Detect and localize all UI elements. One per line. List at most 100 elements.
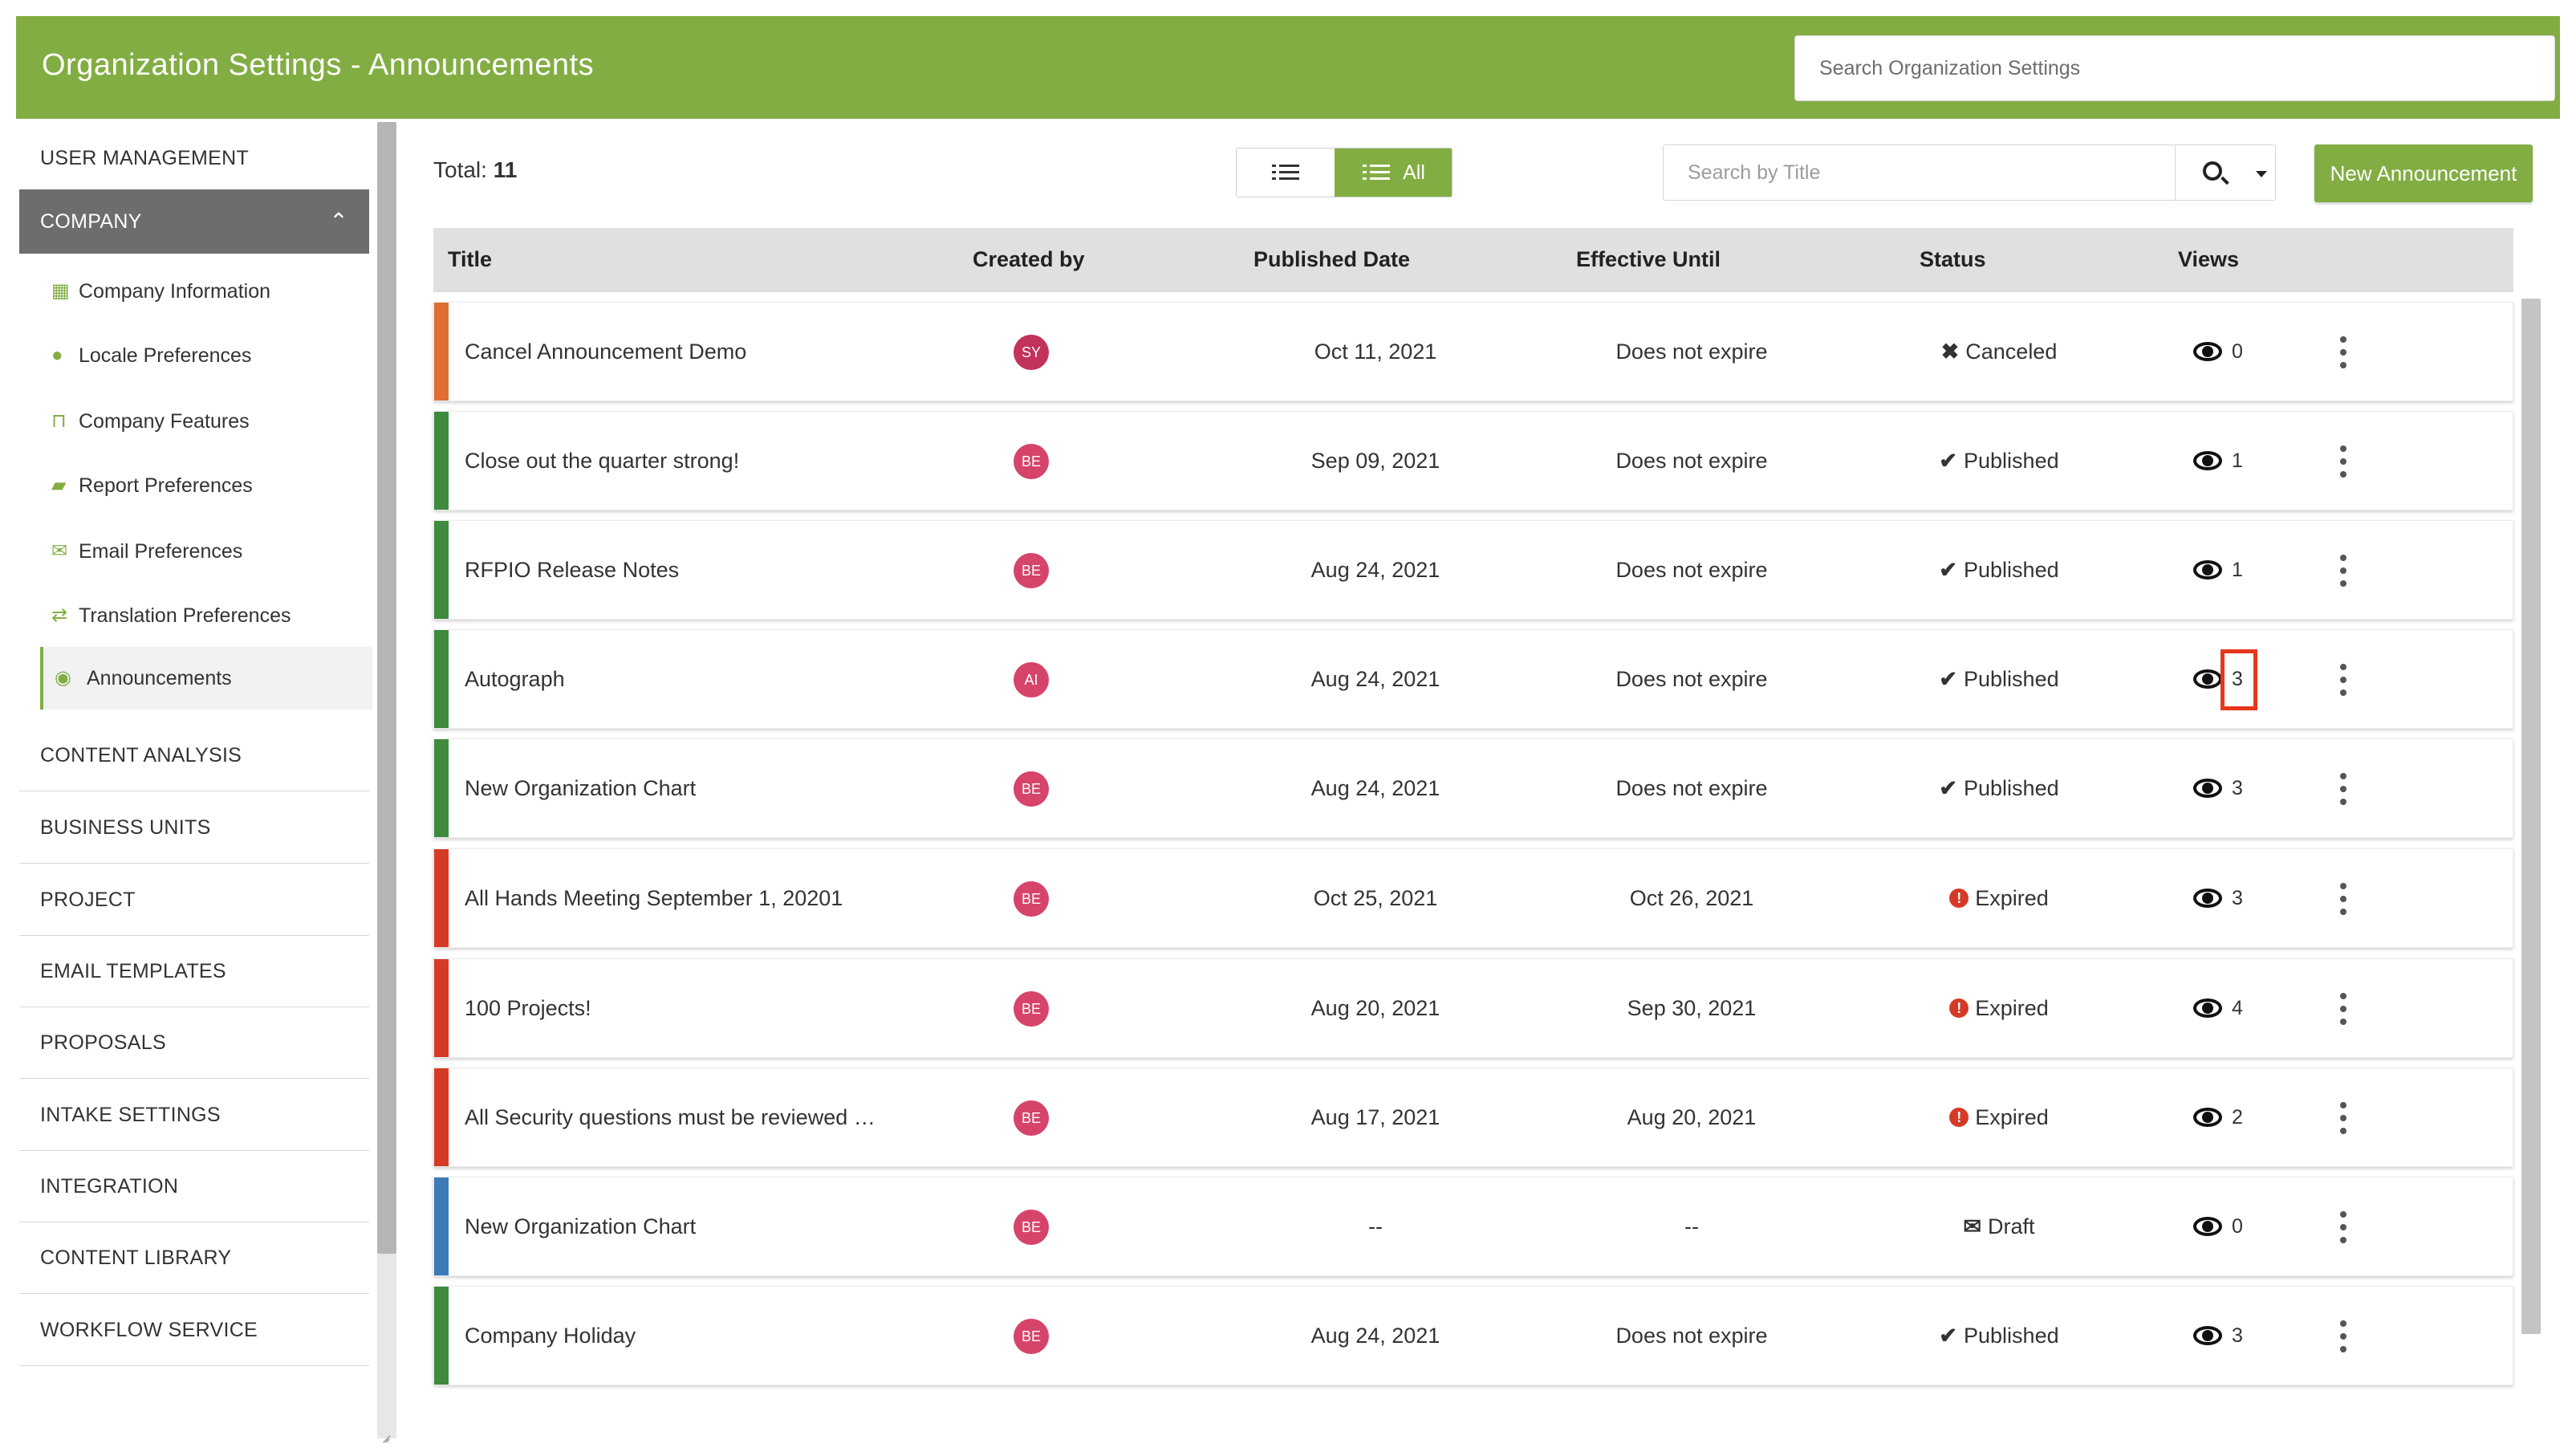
- table-row[interactable]: Company Holiday BE Aug 24, 2021 Does not ex…: [433, 1286, 2513, 1385]
- sidebar-item-locale-preferences[interactable]: ● Locale Preferences: [40, 324, 372, 387]
- sidebar-section-content-analysis[interactable]: CONTENT ANALYSIS: [19, 719, 369, 791]
- sidebar-scrollbar[interactable]: [377, 122, 396, 1254]
- table-row[interactable]: Autograph AI Aug 24, 2021 Does not expire ✔ P…: [433, 629, 2513, 729]
- sidebar-section-user-management[interactable]: USER MANAGEMENT: [19, 122, 369, 194]
- all-view-button[interactable]: All: [1335, 148, 1452, 197]
- views-count[interactable]: 4: [2232, 959, 2264, 1057]
- sidebar-section-integration[interactable]: INTEGRATION: [19, 1150, 369, 1222]
- org-settings-search[interactable]: [1794, 35, 2555, 101]
- announcement-title[interactable]: 100 Projects!: [465, 959, 591, 1057]
- table-row[interactable]: 100 Projects! BE Aug 20, 2021 Sep 30, 2021!…: [433, 958, 2513, 1058]
- sidebar-section-label: USER MANAGEMENT: [40, 147, 250, 169]
- search-button[interactable]: [2175, 144, 2276, 201]
- sidebar-section-workflow-service[interactable]: WORKFLOW SERVICE: [19, 1294, 369, 1366]
- status-label: Expired: [1975, 1105, 2049, 1129]
- sidebar-item-company-information[interactable]: ▦ Company Information: [40, 260, 372, 323]
- title-search-input[interactable]: [1664, 145, 2176, 200]
- globe-icon: ●: [51, 344, 63, 366]
- views-count[interactable]: 0: [2232, 303, 2264, 401]
- views-count[interactable]: 3: [2232, 1287, 2264, 1385]
- org-settings-search-input[interactable]: [1795, 36, 2554, 100]
- table-row[interactable]: New Organization Chart BE Aug 24, 2021 Does…: [433, 738, 2513, 838]
- more-actions-icon[interactable]: [2338, 555, 2349, 587]
- status-label: Published: [1964, 1324, 2059, 1348]
- check-icon: ✔: [1939, 558, 1958, 582]
- announcement-title[interactable]: New Organization Chart: [465, 1177, 696, 1275]
- announcement-title[interactable]: Autograph: [465, 630, 565, 728]
- announcement-title[interactable]: All Security questions must be reviewed …: [465, 1068, 876, 1166]
- more-actions-icon[interactable]: [2338, 1102, 2349, 1134]
- sidebar-section-project[interactable]: PROJECT: [19, 864, 369, 936]
- announcement-title[interactable]: New Organization Chart: [465, 739, 696, 837]
- avatar: BE: [1014, 991, 1049, 1027]
- column-header-effective-until[interactable]: Effective Until: [1576, 247, 1721, 272]
- views-count[interactable]: 3: [2232, 849, 2264, 947]
- more-actions-icon[interactable]: [2338, 883, 2349, 915]
- sidebar-section-email-templates[interactable]: EMAIL TEMPLATES: [19, 935, 369, 1007]
- sidebar-item-email-preferences[interactable]: ✉ Email Preferences: [40, 520, 372, 583]
- announcement-title[interactable]: Company Holiday: [465, 1287, 636, 1385]
- sidebar-item-report-preferences[interactable]: ▰ Report Preferences: [40, 454, 372, 517]
- sidebar-item-company-features[interactable]: ⊓ Company Features: [40, 390, 372, 453]
- sidebar-item-label: Report Preferences: [79, 474, 253, 497]
- sidebar-section-content-library[interactable]: CONTENT LIBRARY: [19, 1222, 369, 1294]
- sidebar-section-business-units[interactable]: BUSINESS UNITS: [19, 791, 369, 864]
- sidebar-section-label: INTAKE SETTINGS: [40, 1104, 221, 1126]
- sidebar-item-translation-preferences[interactable]: ⇄ Translation Preferences: [40, 584, 372, 647]
- more-actions-icon[interactable]: [2338, 336, 2349, 368]
- table-row[interactable]: New Organization Chart BE -- -- ✉ Draft 0: [433, 1177, 2513, 1276]
- effective-until: Does not expire: [1615, 449, 1768, 473]
- views-count[interactable]: 1: [2232, 412, 2264, 510]
- status-badge: ✔ Published: [1903, 521, 2095, 619]
- more-actions-icon[interactable]: [2338, 993, 2349, 1025]
- resize-grip-icon[interactable]: [380, 1429, 396, 1445]
- table-scrollbar[interactable]: [2521, 299, 2541, 1334]
- table-row[interactable]: All Security questions must be reviewed …: [433, 1068, 2513, 1167]
- announcement-title[interactable]: All Hands Meeting September 1, 20201: [465, 849, 843, 947]
- announcement-title[interactable]: Close out the quarter strong!: [465, 412, 739, 510]
- status-badge: ✔ Published: [1903, 1287, 2095, 1385]
- sidebar-section-label: PROJECT: [40, 889, 136, 911]
- more-actions-icon[interactable]: [2338, 445, 2349, 478]
- table-row[interactable]: Close out the quarter strong! BE Sep 09, 2…: [433, 411, 2513, 510]
- sidebar-section-company[interactable]: COMPANY ⌃: [19, 189, 369, 254]
- sidebar-section-intake-settings[interactable]: INTAKE SETTINGS: [19, 1079, 369, 1151]
- status-accent-bar: [434, 739, 449, 837]
- status-badge: ✔ Published: [1903, 739, 2095, 837]
- views-count[interactable]: 1: [2232, 521, 2264, 619]
- table-row[interactable]: Cancel Announcement Demo SY Oct 11, 2021 Do…: [433, 302, 2513, 401]
- caret-down-icon[interactable]: [2256, 171, 2267, 177]
- published-date: --: [1368, 1214, 1383, 1238]
- more-actions-icon[interactable]: [2338, 1211, 2349, 1243]
- chevron-up-icon[interactable]: ⌃: [329, 189, 348, 254]
- table-header: Title Created by Published Date Effectiv…: [433, 228, 2513, 292]
- effective-until: Oct 26, 2021: [1629, 886, 1754, 910]
- column-header-views[interactable]: Views: [2178, 247, 2239, 272]
- published-date: Aug 24, 2021: [1310, 558, 1440, 582]
- table-row[interactable]: All Hands Meeting September 1, 20201 BE Oc…: [433, 848, 2513, 948]
- bookmark-icon: ⊓: [51, 410, 67, 432]
- column-header-published-date[interactable]: Published Date: [1253, 247, 1410, 272]
- sidebar-section-proposals[interactable]: PROPOSALS: [19, 1007, 369, 1079]
- sidebar-item-announcements[interactable]: ◉ Announcements: [40, 647, 372, 710]
- announcement-title[interactable]: RFPIO Release Notes: [465, 521, 679, 619]
- views-count[interactable]: 0: [2232, 1177, 2264, 1275]
- table-row[interactable]: RFPIO Release Notes BE Aug 24, 2021 Does no…: [433, 520, 2513, 620]
- list-view-button[interactable]: [1237, 148, 1335, 197]
- views-count[interactable]: 3: [2232, 739, 2264, 837]
- status-label: Published: [1964, 449, 2059, 473]
- announcement-title[interactable]: Cancel Announcement Demo: [465, 303, 746, 401]
- more-actions-icon[interactable]: [2338, 664, 2349, 696]
- more-actions-icon[interactable]: [2338, 1320, 2349, 1352]
- sidebar-item-label: Company Information: [79, 280, 271, 303]
- status-accent-bar: [434, 521, 449, 619]
- status-badge: ✖ Canceled: [1903, 303, 2095, 401]
- column-header-created-by[interactable]: Created by: [973, 247, 1085, 272]
- column-header-status[interactable]: Status: [1920, 247, 1986, 272]
- title-search[interactable]: [1663, 144, 2176, 201]
- column-header-title[interactable]: Title: [448, 247, 492, 272]
- new-announcement-button[interactable]: New Announcement: [2314, 144, 2533, 202]
- avatar: BE: [1014, 1100, 1049, 1136]
- more-actions-icon[interactable]: [2338, 773, 2349, 805]
- views-count[interactable]: 2: [2232, 1068, 2264, 1166]
